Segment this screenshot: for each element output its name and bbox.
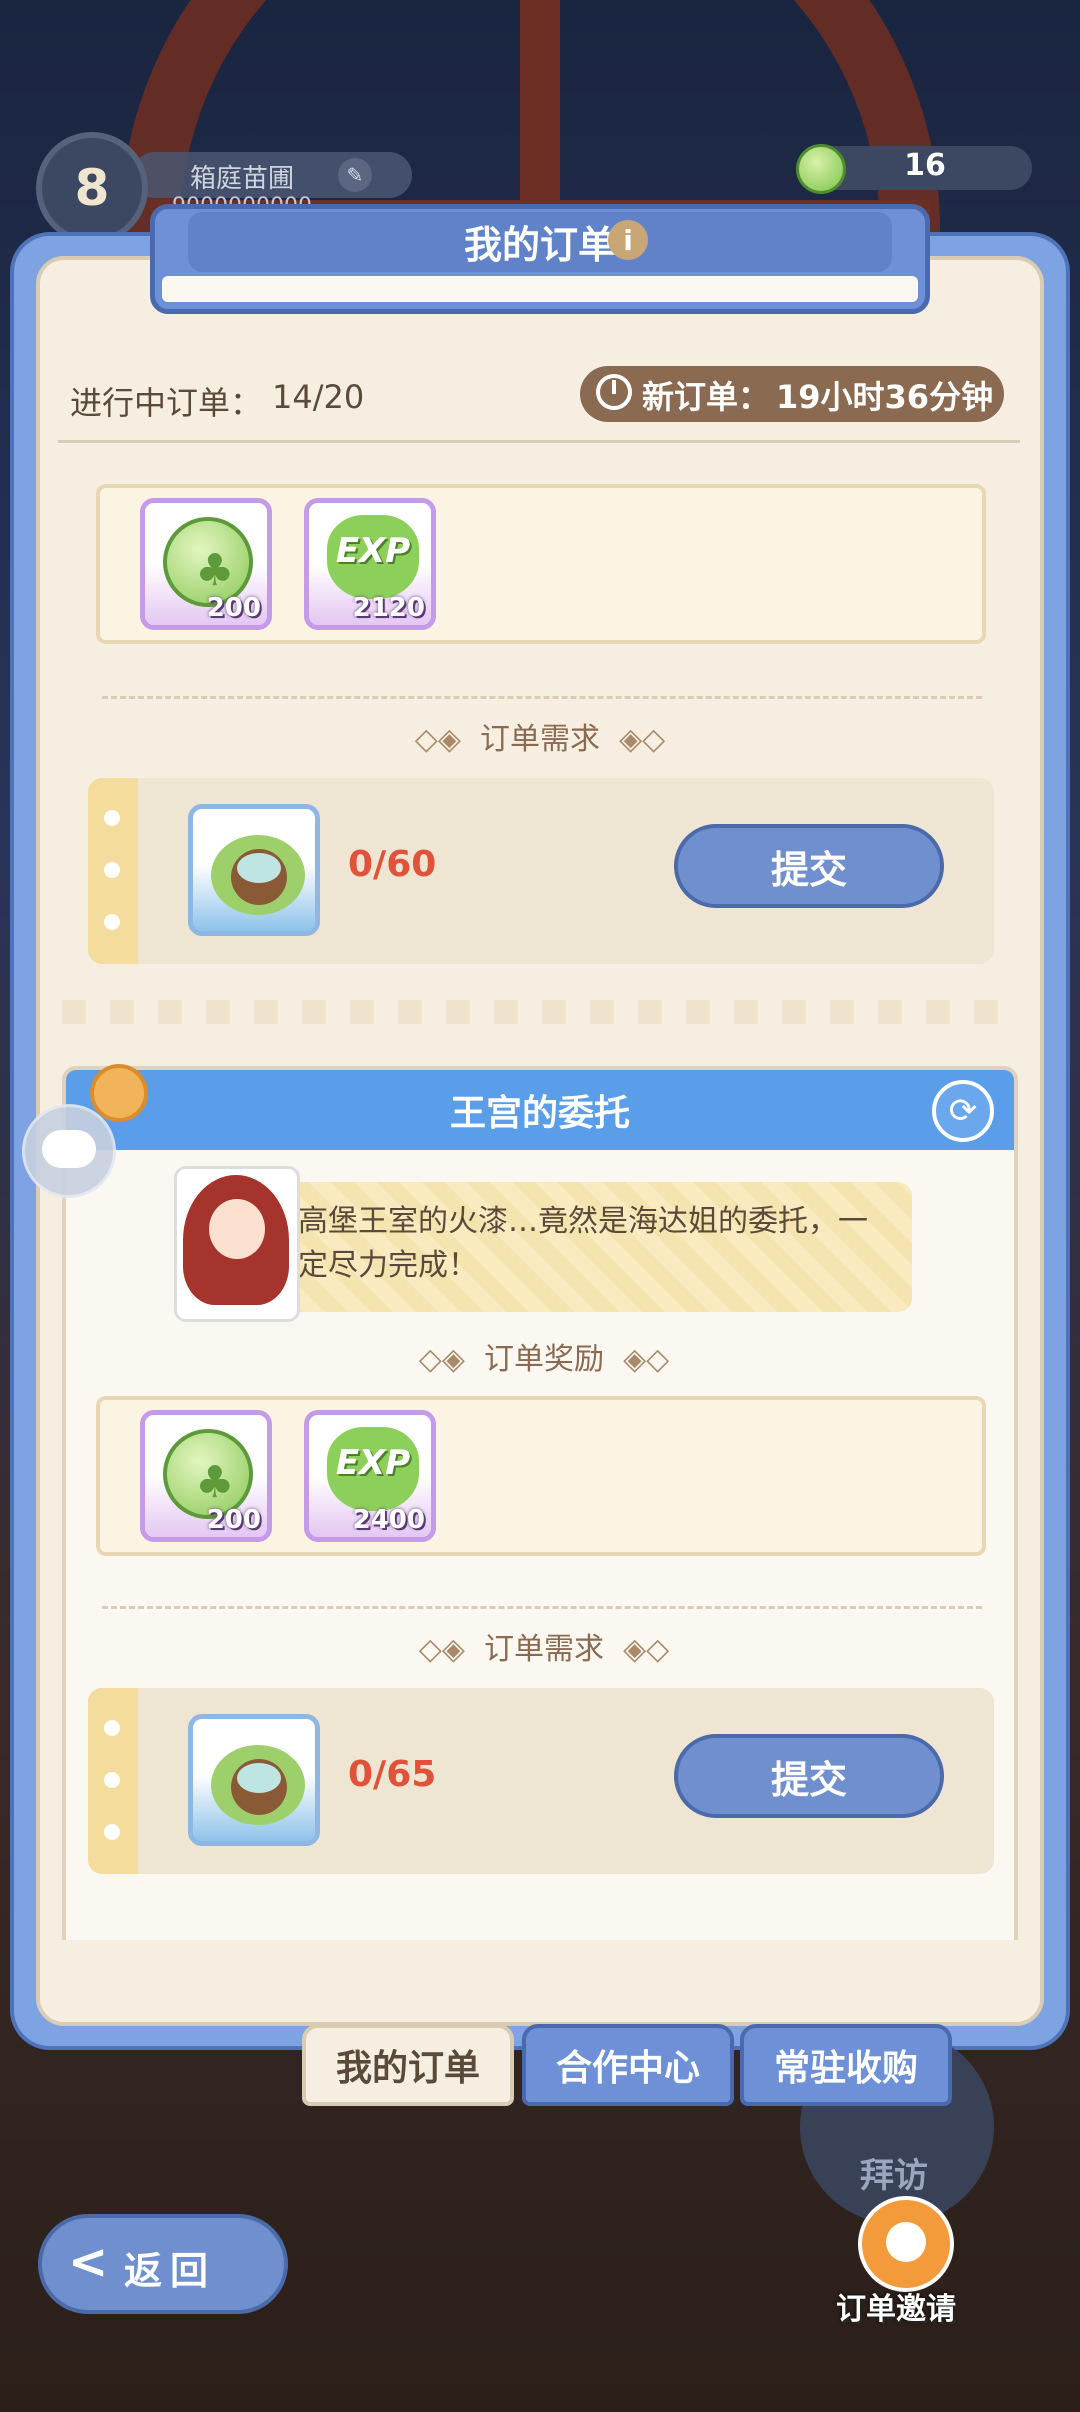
clock-hand bbox=[612, 380, 616, 394]
visit-label: 拜访 bbox=[860, 2156, 928, 2196]
order-requirement: 0/60 提交 bbox=[88, 778, 994, 964]
chat-icon bbox=[42, 1130, 96, 1168]
ornament-right: ◈◇ bbox=[623, 1342, 670, 1377]
submit-button[interactable]: 提交 bbox=[674, 824, 944, 908]
reward-item[interactable]: ♣ 200 bbox=[140, 498, 272, 630]
tab-cooperation-center[interactable]: 合作中心 bbox=[522, 2024, 734, 2106]
reward-title: ◇◈ 订单奖励 ◈◇ bbox=[418, 1342, 670, 1377]
title-banner-strip bbox=[162, 276, 918, 302]
clover-coin-icon bbox=[796, 144, 846, 194]
character-avatar bbox=[174, 1166, 300, 1322]
reward-amount: 2120 bbox=[352, 593, 425, 623]
dashed-divider bbox=[102, 696, 982, 699]
ornament-left: ◇◈ bbox=[414, 722, 461, 757]
ongoing-orders-value: 14/20 bbox=[272, 378, 365, 416]
invite-heart-icon bbox=[886, 2222, 926, 2262]
order-rewards: ♣ 200 EXP 2400 bbox=[96, 1396, 986, 1556]
requirement-strip bbox=[88, 1688, 138, 1874]
tab-regular-purchase[interactable]: 常驻收购 bbox=[740, 2024, 952, 2106]
ornament-right: ◈◇ bbox=[619, 722, 666, 757]
order-requirement: 0/65 提交 bbox=[88, 1688, 994, 1874]
refresh-icon[interactable]: ⟳ bbox=[932, 1080, 994, 1142]
player-name: 箱庭苗圃 bbox=[190, 164, 295, 194]
back-arrow-icon: < bbox=[68, 2234, 109, 2290]
card-bottom-edge bbox=[62, 1000, 1018, 1024]
reward-amount: 2400 bbox=[352, 1505, 425, 1535]
exp-label: EXP bbox=[335, 531, 411, 571]
order-rewards: ♣ 200 EXP 2120 bbox=[96, 484, 986, 644]
edit-name-icon[interactable]: ✎ bbox=[338, 158, 372, 192]
coconut-drink-icon[interactable] bbox=[188, 804, 320, 936]
player-level-badge: 8 bbox=[36, 132, 148, 244]
back-label: 返回 bbox=[124, 2249, 217, 2293]
new-order-label: 新订单： bbox=[642, 378, 771, 416]
coconut-drink-icon[interactable] bbox=[188, 1714, 320, 1846]
new-order-time: 19小时36分钟 bbox=[776, 378, 994, 416]
orders-list[interactable]: ♣ 200 EXP 2120 ◇◈ 订单需求 ◈◇ 0/60 提交 王宫的委托 … bbox=[62, 460, 1018, 1940]
divider bbox=[58, 440, 1020, 443]
order-card: 王宫的委托 ⟳ 高堡王室的火漆…竟然是海达姐的委托，一定尽力完成！ ◇◈ 订单奖… bbox=[62, 1064, 1018, 1940]
ornament-left: ◇◈ bbox=[418, 1632, 465, 1667]
exp-label: EXP bbox=[335, 1443, 411, 1483]
ornament-left: ◇◈ bbox=[418, 1342, 465, 1377]
reward-amount: 200 bbox=[206, 1505, 261, 1535]
reward-item[interactable]: EXP 2120 bbox=[304, 498, 436, 630]
reward-amount: 200 bbox=[206, 593, 261, 623]
reward-item[interactable]: EXP 2400 bbox=[304, 1410, 436, 1542]
ornament-right: ◈◇ bbox=[623, 1632, 670, 1667]
pin-icon bbox=[90, 1064, 148, 1122]
requirement-strip bbox=[88, 778, 138, 964]
requirement-progress: 0/60 bbox=[348, 844, 437, 885]
dialogue-text: 高堡王室的火漆…竟然是海达姐的委托，一定尽力完成！ bbox=[298, 1204, 868, 1283]
requirement-progress: 0/65 bbox=[348, 1754, 437, 1795]
ongoing-orders-label: 进行中订单： bbox=[70, 384, 263, 422]
currency-value: 16 bbox=[904, 148, 946, 183]
submit-button[interactable]: 提交 bbox=[674, 1734, 944, 1818]
tab-my-orders[interactable]: 我的订单 bbox=[302, 2024, 514, 2106]
reward-item[interactable]: ♣ 200 bbox=[140, 1410, 272, 1542]
order-title: 王宫的委托 bbox=[449, 1093, 630, 1134]
dashed-divider bbox=[102, 1606, 982, 1609]
order-invite-label[interactable]: 订单邀请 bbox=[836, 2284, 956, 2328]
info-icon[interactable]: i bbox=[608, 220, 648, 260]
requirement-title: ◇◈ 订单需求 ◈◇ bbox=[418, 1632, 670, 1667]
order-card-header: 王宫的委托 ⟳ bbox=[66, 1070, 1014, 1150]
requirement-title: ◇◈ 订单需求 ◈◇ bbox=[414, 722, 666, 757]
